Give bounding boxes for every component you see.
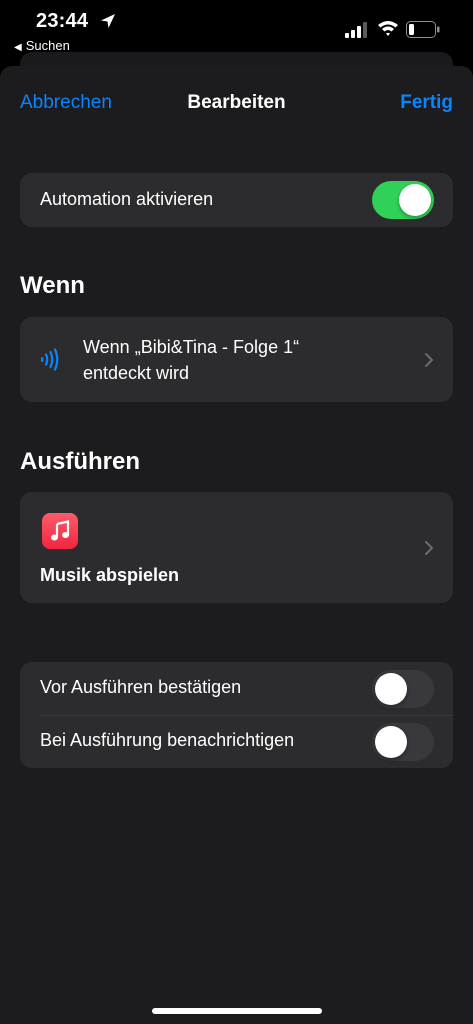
chevron-right-icon [425, 541, 433, 555]
action-row[interactable]: Musik abspielen [20, 492, 453, 603]
automation-enable-toggle[interactable] [372, 181, 434, 219]
when-section-title: Wenn [20, 272, 85, 299]
music-app-icon [42, 513, 78, 549]
edit-automation-sheet: Abbrechen Bearbeiten Fertig Automation a… [0, 66, 473, 1024]
nfc-icon [41, 348, 59, 371]
toggle-knob [375, 726, 407, 758]
music-note-icon [51, 520, 70, 541]
wifi-icon [378, 21, 398, 36]
notify-on-run-label: Bei Ausführung benachrichtigen [40, 730, 295, 750]
notify-on-run-toggle[interactable] [372, 723, 434, 761]
toggle-knob [399, 184, 431, 216]
toggle-knob [375, 673, 407, 705]
trigger-row[interactable]: Wenn „Bibi&Tina - Folge 1“ entdeckt wird [20, 317, 453, 402]
cellular-signal-icon [345, 22, 367, 38]
location-arrow-icon [101, 14, 115, 28]
back-app-label: Suchen [25, 38, 70, 53]
status-bar: 23:44 ◀ Suchen [0, 0, 473, 60]
battery-icon [406, 21, 440, 38]
back-triangle-icon: ◀ [14, 42, 22, 53]
trigger-text-line1: Wenn „Bibi&Tina - Folge 1“ [83, 337, 300, 357]
confirm-before-run-label: Vor Ausführen bestätigen [40, 677, 242, 697]
confirm-before-run-toggle[interactable] [372, 670, 434, 708]
trigger-text-line2: entdeckt wird [83, 363, 190, 383]
home-indicator[interactable] [152, 1008, 322, 1014]
status-time: 23:44 [36, 10, 89, 32]
chevron-right-icon [425, 353, 433, 367]
execute-section-title: Ausführen [20, 448, 140, 475]
options-group: Vor Ausführen bestätigen Bei Ausführung … [20, 662, 453, 768]
navigation-bar: Abbrechen Bearbeiten Fertig [0, 66, 473, 146]
done-button[interactable]: Fertig [400, 92, 453, 114]
back-to-app-link[interactable]: ◀ Suchen [14, 38, 70, 53]
action-label: Musik abspielen [40, 565, 180, 585]
row-divider [40, 715, 453, 716]
automation-enable-label: Automation aktivieren [40, 189, 214, 209]
automation-enable-row: Automation aktivieren [20, 173, 453, 227]
